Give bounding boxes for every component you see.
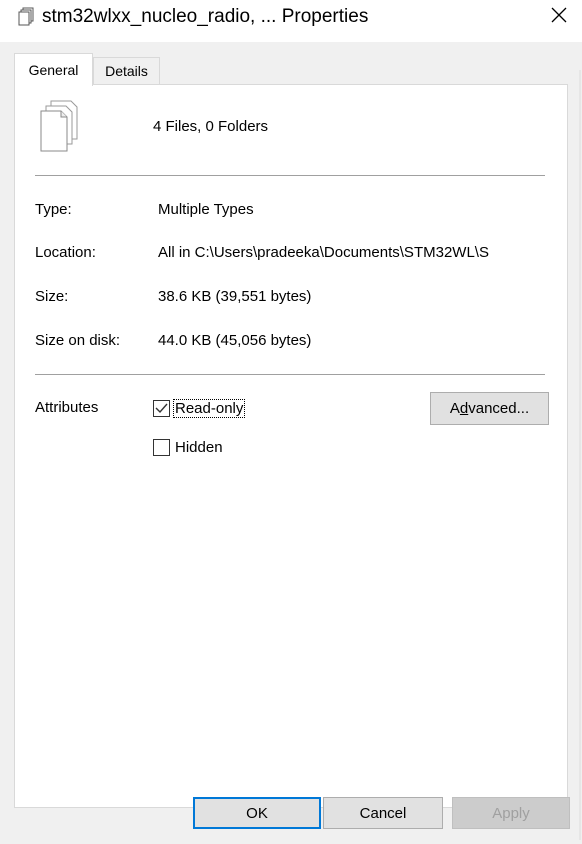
size-label: Size: xyxy=(35,288,69,305)
dialog-body: General Details 4 Files, 0 Folders Type:… xyxy=(0,42,582,844)
hidden-label[interactable]: Hidden xyxy=(174,439,224,456)
readonly-label[interactable]: Read-only xyxy=(172,399,246,418)
ok-button[interactable]: OK xyxy=(193,797,321,829)
advanced-button[interactable]: Ad vanced... xyxy=(430,392,549,425)
tab-details[interactable]: Details xyxy=(93,57,160,85)
location-value[interactable]: All in C:\Users\pradeeka\Documents\STM32… xyxy=(158,244,566,261)
title-bar: stm32wlxx_nucleo_radio, ... Properties xyxy=(0,0,582,34)
attributes-label: Attributes xyxy=(35,399,99,416)
location-label: Location: xyxy=(35,244,96,261)
size-value: 38.6 KB (39,551 bytes) xyxy=(158,288,312,305)
size-on-disk-label: Size on disk: xyxy=(35,332,121,349)
checkmark-icon xyxy=(155,403,168,414)
file-summary: 4 Files, 0 Folders xyxy=(153,118,269,135)
size-on-disk-value: 44.0 KB (45,056 bytes) xyxy=(158,332,312,349)
cancel-button[interactable]: Cancel xyxy=(323,797,443,829)
window-edge xyxy=(579,70,581,840)
tab-general[interactable]: General xyxy=(14,53,93,86)
readonly-checkbox[interactable]: Read-only xyxy=(153,399,246,418)
close-icon xyxy=(551,7,567,28)
apply-button[interactable]: Apply xyxy=(452,797,570,829)
close-button[interactable] xyxy=(536,0,582,34)
multiple-files-icon xyxy=(37,99,87,155)
separator xyxy=(35,374,545,375)
general-tab-panel: 4 Files, 0 Folders Type: Multiple Types … xyxy=(14,84,568,808)
type-value: Multiple Types xyxy=(158,201,254,218)
separator xyxy=(35,175,545,176)
hidden-checkbox[interactable]: Hidden xyxy=(153,439,224,456)
type-label: Type: xyxy=(35,201,72,218)
checkbox-box[interactable] xyxy=(153,400,170,417)
window-title: stm32wlxx_nucleo_radio, ... Properties xyxy=(42,6,369,27)
checkbox-box[interactable] xyxy=(153,439,170,456)
multiple-files-icon xyxy=(18,7,36,27)
